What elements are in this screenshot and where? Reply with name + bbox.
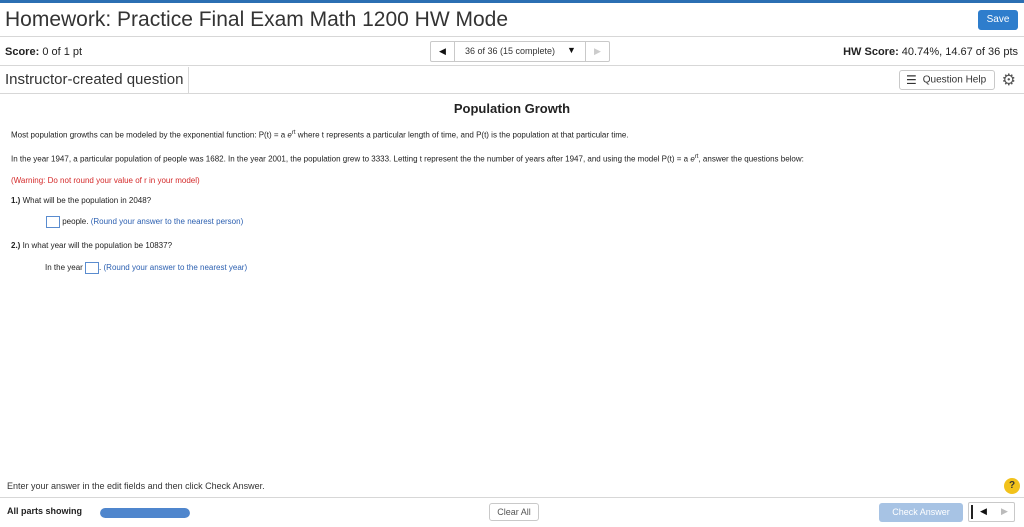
clear-all-button[interactable]: Clear All <box>489 503 539 521</box>
chevron-down-icon[interactable]: ▼ <box>567 45 576 55</box>
question-navigator: ◀ 36 of 36 (15 complete) ▼ ▶ <box>430 41 610 62</box>
question-help-button[interactable]: ☰ Question Help <box>899 70 995 90</box>
next-part-button[interactable]: ▶ <box>1001 506 1008 517</box>
part1-hint: (Round your answer to the nearest person… <box>90 217 244 227</box>
title-bar: Homework: Practice Final Exam Math 1200 … <box>0 3 1024 37</box>
setup-text: In the year 1947, a particular populatio… <box>11 154 804 164</box>
question-header: Instructor-created question ☰ Question H… <box>0 67 1024 94</box>
score-label: Score: <box>5 46 40 58</box>
part1-prompt: 1.) What will be the population in 2048? <box>11 196 151 205</box>
part1-number: 1.) <box>11 196 21 205</box>
part-pager: ◀ ▶ <box>968 502 1015 522</box>
gear-icon[interactable]: ⚙ <box>1002 70 1016 90</box>
part1-text: What will be the population in 2048? <box>22 196 152 205</box>
pager-divider <box>971 505 973 519</box>
part2-text: In what year will the population be 1083… <box>22 241 173 250</box>
next-question-button[interactable]: ▶ <box>585 42 609 61</box>
hw-score-label: HW Score: <box>843 46 899 58</box>
part2-prefix: In the year <box>45 263 83 273</box>
hw-score: HW Score: 40.74%, 14.67 of 36 pts <box>843 46 1018 58</box>
question-title: Population Growth <box>453 101 571 116</box>
intro-text: Most population growths can be modeled b… <box>11 130 629 140</box>
save-button[interactable]: Save <box>978 10 1018 30</box>
parts-showing-label: All parts showing <box>7 506 83 516</box>
part2-number: 2.) <box>11 241 21 250</box>
question-help-label: Question Help <box>922 74 987 86</box>
score-value: 0 of 1 pt <box>42 46 83 58</box>
help-icon[interactable]: ? <box>1004 478 1020 494</box>
check-answer-button[interactable]: Check Answer <box>879 503 963 522</box>
hw-score-value: 40.74%, 14.67 of 36 pts <box>901 46 1018 58</box>
part2-answer-row: In the year . (Round your answer to the … <box>45 262 248 274</box>
warning-text: (Warning: Do not round your value of r i… <box>11 176 200 185</box>
part1-unit: people. <box>62 217 89 227</box>
parts-progress-fill <box>100 508 190 518</box>
page-title: Homework: Practice Final Exam Math 1200 … <box>5 8 509 31</box>
score: Score: 0 of 1 pt <box>5 46 82 58</box>
question-position-dropdown[interactable]: 36 of 36 (15 complete) <box>465 46 555 56</box>
intro-text-end: where t represents a particular length o… <box>295 130 629 140</box>
footer-instructions: Enter your answer in the edit fields and… <box>7 481 265 491</box>
previous-question-button[interactable]: ◀ <box>431 42 455 61</box>
part1-answer-input[interactable] <box>46 216 60 228</box>
question-type-label: Instructor-created question <box>0 67 190 93</box>
part1-answer-row: people. (Round your answer to the neares… <box>46 216 243 228</box>
previous-part-button[interactable]: ◀ <box>980 506 987 517</box>
setup-text-end: , answer the questions below: <box>698 154 804 164</box>
part2-prompt: 2.) In what year will the population be … <box>11 241 172 250</box>
part2-hint: (Round your answer to the nearest year) <box>103 263 248 273</box>
part2-answer-input[interactable] <box>85 262 100 274</box>
parts-progress-bar <box>100 508 190 518</box>
list-icon: ☰ <box>906 73 917 87</box>
footer-bar: All parts showing Clear All Check Answer… <box>0 497 1024 527</box>
setup-text-start: In the year 1947, a particular populatio… <box>11 154 689 164</box>
intro-text-start: Most population growths can be modeled b… <box>11 130 286 140</box>
score-bar: Score: 0 of 1 pt ◀ 36 of 36 (15 complete… <box>0 38 1024 66</box>
